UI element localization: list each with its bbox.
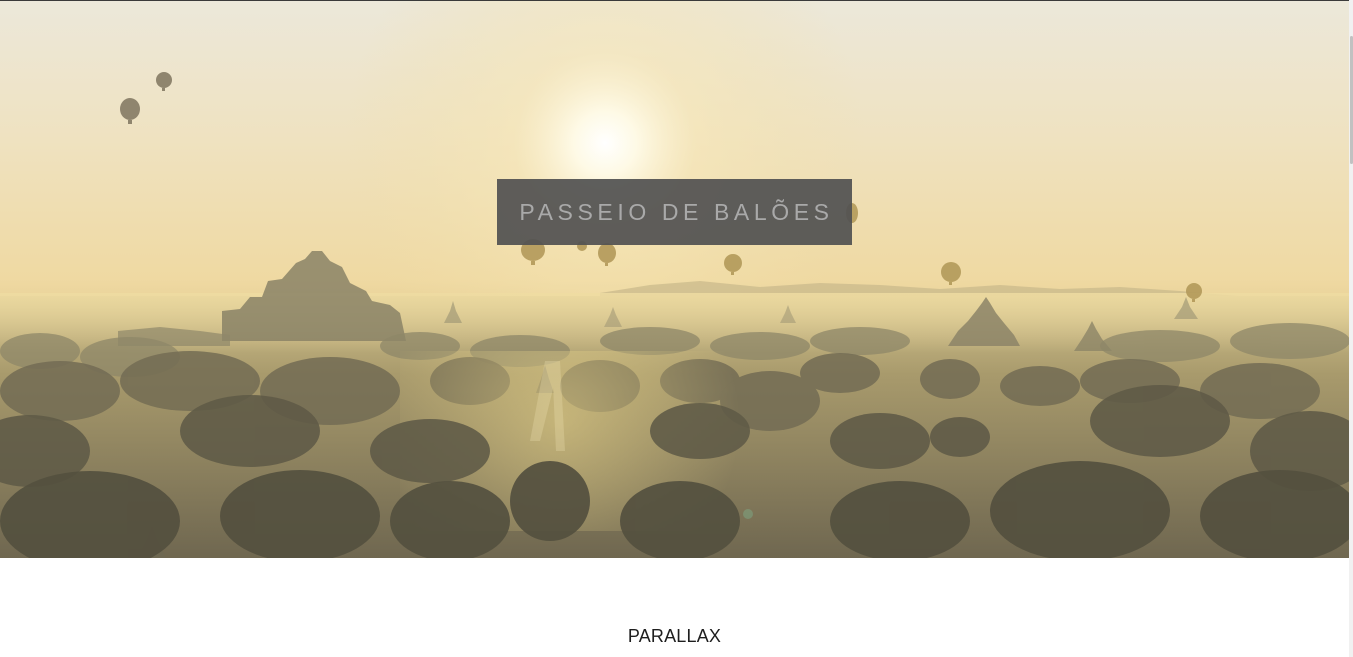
hero-background-image — [0, 1, 1349, 558]
hero-title: PASSEIO DE BALÕES — [497, 179, 852, 245]
page: PASSEIO DE BALÕES PARALLAX — [0, 0, 1353, 657]
section-heading: PARALLAX — [627, 626, 722, 646]
hero-banner: PASSEIO DE BALÕES — [0, 1, 1349, 558]
